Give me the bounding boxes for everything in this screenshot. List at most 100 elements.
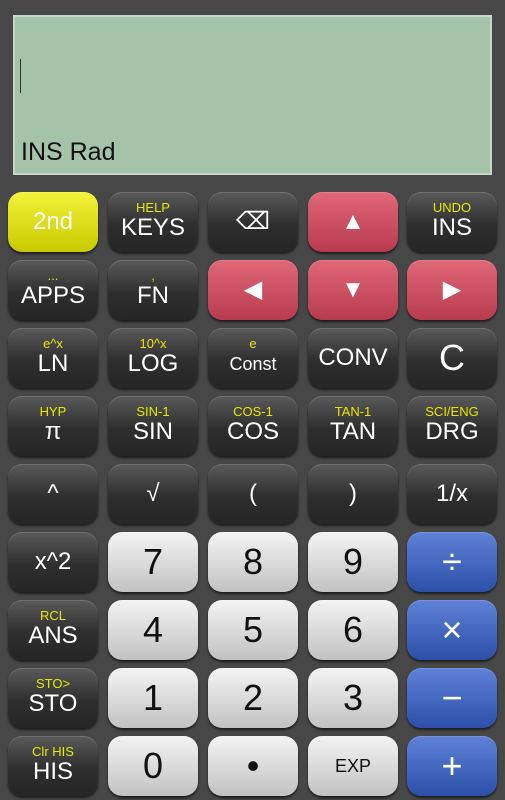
backspace-icon: ⌫	[236, 208, 270, 235]
his-button[interactable]: Clr HIS HIS	[8, 736, 98, 796]
digit-0-button[interactable]: 0	[108, 736, 198, 796]
keys-button[interactable]: HELP KEYS	[108, 192, 198, 252]
const-button[interactable]: e Const	[208, 328, 298, 388]
fn-button[interactable]: , FN	[108, 260, 198, 320]
secondary-label: ,	[151, 267, 155, 283]
secondary-label: TAN-1	[334, 403, 372, 419]
secondary-label: 10^x	[139, 335, 167, 351]
secondary-label: e	[249, 335, 257, 351]
key-label: 9	[342, 541, 364, 582]
secondary-label: HELP	[136, 199, 170, 215]
key-label: STO	[28, 689, 78, 717]
divide-button[interactable]: ÷	[407, 532, 497, 592]
key-label: Const	[229, 353, 277, 374]
power-button[interactable]: ^	[8, 464, 98, 524]
key-label: 2nd	[32, 208, 74, 235]
decimal-point-button[interactable]: •	[208, 736, 298, 796]
clear-button[interactable]: C	[407, 328, 497, 388]
pi-button[interactable]: HYP π	[8, 396, 98, 456]
sto-button[interactable]: STO> STO	[8, 668, 98, 728]
tan-button[interactable]: TAN-1 TAN	[308, 396, 398, 456]
key-label: π	[44, 417, 62, 445]
key-label: APPS	[20, 281, 86, 309]
key-label: ANS	[28, 621, 78, 649]
close-paren-button[interactable]: )	[308, 464, 398, 524]
sin-button[interactable]: SIN-1 SIN	[108, 396, 198, 456]
left-arrow-button[interactable]: ◀	[208, 260, 298, 320]
2nd-button[interactable]: 2nd	[8, 192, 98, 252]
key-label: x^2	[34, 548, 72, 575]
key-label: KEYS	[120, 213, 186, 241]
key-label: 5	[242, 609, 264, 650]
keypad: 2nd HELP KEYS ⌫ ▲ UNDO INS... APPS, FN ◀ ▼ ▶ e^x LN 10…	[0, 0, 505, 800]
ln-button[interactable]: e^x LN	[8, 328, 98, 388]
add-button[interactable]: +	[407, 736, 497, 796]
drg-button[interactable]: SCI/ENG DRG	[407, 396, 497, 456]
digit-4-button[interactable]: 4	[108, 600, 198, 660]
key-label: SIN	[132, 417, 173, 445]
conv-button[interactable]: CONV	[308, 328, 398, 388]
backspace-button[interactable]: ⌫	[208, 192, 298, 252]
subtract-button[interactable]: −	[407, 668, 497, 728]
key-label: 1/x	[435, 480, 468, 507]
key-label: 4	[142, 609, 164, 650]
square-button[interactable]: x^2	[8, 532, 98, 592]
arrow-up-icon: ▲	[341, 208, 365, 235]
secondary-label: SCI/ENG	[425, 403, 479, 419]
key-label: 0	[142, 745, 164, 786]
up-arrow-button[interactable]: ▲	[308, 192, 398, 252]
key-label: 2	[242, 677, 264, 718]
key-label: LOG	[127, 349, 179, 377]
key-label: ÷	[442, 541, 462, 582]
key-label: ^	[47, 480, 59, 507]
key-label: CONV	[318, 344, 388, 371]
arrow-down-icon: ▼	[341, 276, 365, 303]
secondary-label: STO>	[35, 675, 71, 691]
sqrt-button[interactable]: √	[108, 464, 198, 524]
digit-8-button[interactable]: 8	[208, 532, 298, 592]
key-label: (	[249, 480, 257, 507]
key-label: TAN	[329, 417, 377, 445]
key-label: +	[441, 745, 463, 786]
key-label: FN	[137, 281, 169, 309]
secondary-label: HYP	[39, 403, 67, 419]
ins-button[interactable]: UNDO INS	[407, 192, 497, 252]
cos-button[interactable]: COS-1 COS	[208, 396, 298, 456]
digit-2-button[interactable]: 2	[208, 668, 298, 728]
reciprocal-button[interactable]: 1/x	[407, 464, 497, 524]
down-arrow-button[interactable]: ▼	[308, 260, 398, 320]
digit-9-button[interactable]: 9	[308, 532, 398, 592]
key-label: •	[246, 745, 260, 786]
secondary-label: COS-1	[233, 403, 273, 419]
right-arrow-button[interactable]: ▶	[407, 260, 497, 320]
key-label: 3	[342, 677, 364, 718]
apps-button[interactable]: ... APPS	[8, 260, 98, 320]
key-label: )	[349, 480, 357, 507]
key-label: √	[146, 480, 160, 507]
key-label: ×	[441, 609, 463, 650]
multiply-button[interactable]: ×	[407, 600, 497, 660]
arrow-left-icon: ◀	[243, 276, 263, 303]
digit-1-button[interactable]: 1	[108, 668, 198, 728]
key-label: EXP	[334, 756, 372, 776]
secondary-label: RCL	[39, 607, 66, 623]
secondary-label: e^x	[43, 335, 63, 351]
key-label: HIS	[32, 757, 73, 785]
key-label: 8	[242, 541, 264, 582]
open-paren-button[interactable]: (	[208, 464, 298, 524]
secondary-label: ...	[47, 267, 59, 283]
exp-button[interactable]: EXP	[308, 736, 398, 796]
log-button[interactable]: 10^x LOG	[108, 328, 198, 388]
secondary-label: SIN-1	[136, 403, 170, 419]
digit-6-button[interactable]: 6	[308, 600, 398, 660]
key-label: C	[439, 337, 465, 378]
key-label: COS	[226, 417, 279, 445]
digit-7-button[interactable]: 7	[108, 532, 198, 592]
key-label: 6	[342, 609, 364, 650]
digit-3-button[interactable]: 3	[308, 668, 398, 728]
key-label: LN	[37, 349, 69, 377]
arrow-right-icon: ▶	[442, 276, 462, 303]
digit-5-button[interactable]: 5	[208, 600, 298, 660]
secondary-label: Clr HIS	[32, 743, 74, 759]
ans-button[interactable]: RCL ANS	[8, 600, 98, 660]
